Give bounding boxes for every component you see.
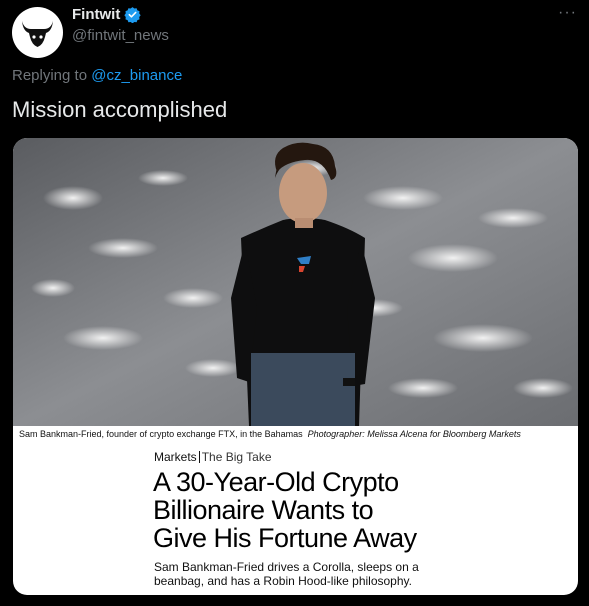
replying-prefix: Replying to — [12, 67, 92, 84]
more-options-icon[interactable]: ··· — [558, 4, 577, 22]
caption-text: Sam Bankman-Fried, founder of crypto exc… — [19, 429, 303, 439]
article-card[interactable]: Sam Bankman-Fried, founder of crypto exc… — [13, 138, 578, 595]
article-dek: Sam Bankman-Fried drives a Corolla, slee… — [154, 560, 419, 588]
photo-caption: Sam Bankman-Fried, founder of crypto exc… — [19, 429, 521, 439]
subsection-name: The Big Take — [201, 450, 272, 464]
display-name[interactable]: Fintwit — [72, 6, 120, 23]
article-headline[interactable]: A 30-Year-Old Crypto Billionaire Wants t… — [153, 468, 453, 552]
author-name-row[interactable]: Fintwit — [72, 6, 141, 23]
section-label: Markets The Big Take — [154, 450, 272, 464]
tweet-text: Mission accomplished — [12, 97, 228, 122]
article-photo[interactable] — [13, 138, 578, 426]
headline-line: A 30-Year-Old Crypto — [153, 467, 399, 497]
headline-line: Give His Fortune Away — [153, 523, 417, 553]
avatar[interactable] — [12, 7, 63, 58]
section-divider — [198, 451, 200, 463]
headline-line: Billionaire Wants to — [153, 495, 374, 525]
mention-link[interactable]: @cz_binance — [91, 67, 182, 84]
author-handle[interactable]: @fintwit_news — [72, 27, 169, 44]
replying-to: Replying to @cz_binance — [12, 67, 182, 84]
verified-badge-icon — [124, 7, 141, 23]
section-name: Markets — [154, 450, 197, 464]
bull-logo-icon — [22, 21, 53, 47]
photo-credit: Photographer: Melissa Alcena for Bloombe… — [307, 429, 521, 439]
